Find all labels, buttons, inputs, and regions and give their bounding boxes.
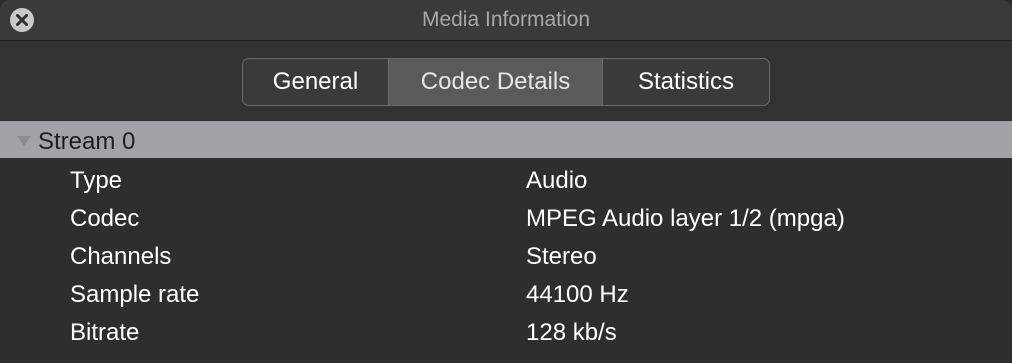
media-information-window: Media Information General Codec Details … [0, 0, 1012, 363]
detail-row-bitrate: Bitrate 128 kb/s [0, 314, 1012, 352]
tab-general[interactable]: General [243, 59, 389, 105]
tab-bar: General Codec Details Statistics [0, 41, 1012, 120]
detail-key: Channels [70, 243, 172, 270]
tab-statistics[interactable]: Statistics [603, 59, 769, 105]
tab-codec-details[interactable]: Codec Details [389, 59, 603, 105]
detail-key: Bitrate [70, 319, 140, 346]
detail-value: 128 kb/s [526, 319, 617, 346]
tab-segmented-control: General Codec Details Statistics [242, 58, 770, 106]
detail-row-sample-rate: Sample rate 44100 Hz [0, 276, 1012, 314]
detail-row-type: Type Audio [0, 162, 1012, 200]
codec-details-panel: Stream 0 Type Audio Codec MPEG Audio lay… [0, 121, 1012, 363]
stream-label: Stream 0 [38, 128, 136, 155]
window-title: Media Information [421, 8, 591, 31]
detail-value: MPEG Audio layer 1/2 (mpga) [526, 205, 845, 232]
stream-0-header[interactable]: Stream 0 [0, 121, 1012, 158]
detail-key: Type [70, 167, 123, 194]
detail-value: 44100 Hz [526, 281, 629, 308]
titlebar: Media Information [0, 0, 1012, 41]
detail-key: Codec [70, 205, 140, 232]
detail-row-codec: Codec MPEG Audio layer 1/2 (mpga) [0, 200, 1012, 238]
detail-row-channels: Channels Stereo [0, 238, 1012, 276]
detail-value: Audio [526, 167, 588, 194]
disclosure-triangle-icon[interactable] [17, 136, 31, 146]
detail-key: Sample rate [70, 281, 200, 308]
detail-value: Stereo [526, 243, 597, 270]
